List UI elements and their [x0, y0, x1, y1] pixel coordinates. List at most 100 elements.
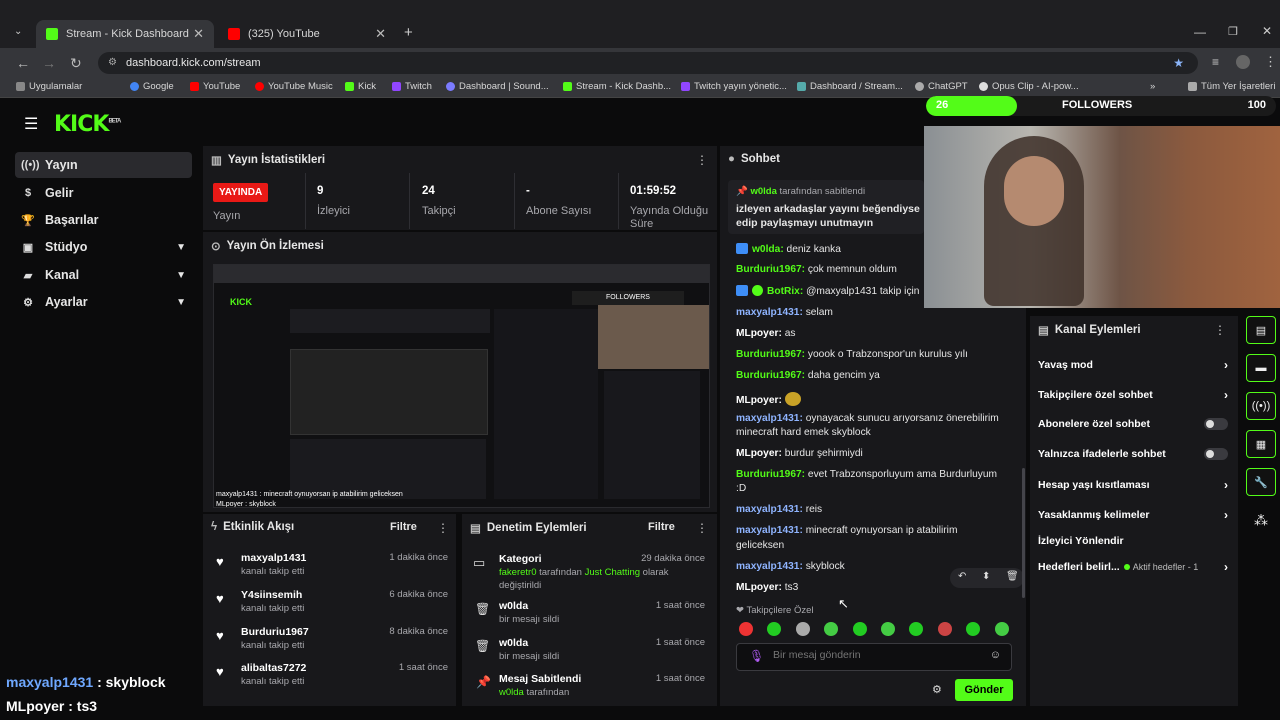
chat-message[interactable]: maxyalp1431: minecraft oynuyorsan ip ata… [736, 525, 957, 536]
chat-input[interactable]: 🎙 ☺ [736, 643, 1012, 671]
chat-username[interactable]: maxyalp1431 [736, 307, 799, 318]
activity-filter-button[interactable]: Filtre [390, 521, 417, 533]
maximize-icon[interactable]: ❐ [1228, 25, 1238, 38]
hamburger-menu-icon[interactable]: ☰ [24, 114, 38, 134]
bookmark-youtube-music[interactable]: YouTube Music [255, 81, 333, 92]
bookmark-twitch-manager[interactable]: Twitch yayın yönetic... [681, 81, 787, 92]
bookmark-youtube[interactable]: YouTube [190, 81, 240, 92]
chat-username[interactable]: Burduriu1967 [736, 370, 802, 381]
layout-icon[interactable]: ▦ [1246, 430, 1276, 458]
url-input[interactable]: ⚙ dashboard.kick.com/stream ★ [98, 52, 1198, 74]
toggle-switch[interactable] [1204, 448, 1228, 460]
chat-username[interactable]: Burduriu1967 [736, 469, 802, 480]
bookmark-star-icon[interactable]: ★ [1173, 52, 1184, 74]
pin-message-icon[interactable]: ⬍ [982, 571, 990, 582]
moderation-filter-button[interactable]: Filtre [648, 521, 675, 533]
chat-settings-icon[interactable]: ⚙ [932, 683, 942, 696]
chat-username[interactable]: maxyalp1431 [736, 504, 799, 515]
tab-search-chevron-icon[interactable]: ⌄ [14, 26, 22, 37]
close-tab-icon[interactable]: ✕ [193, 26, 204, 42]
toggle-switch[interactable] [1204, 418, 1228, 430]
chat-message[interactable]: MLpoyer: ts3 [736, 582, 798, 593]
bookmark-kick[interactable]: Kick [345, 81, 376, 92]
channel-action-0[interactable]: Yavaş mod › [1038, 358, 1228, 372]
wrench-icon[interactable]: 🔧 [1246, 468, 1276, 496]
chat-message[interactable]: Burduriu1967: evet Trabzonsporluyum ama … [736, 469, 997, 480]
forward-icon[interactable]: → [42, 55, 56, 71]
activity-menu-icon[interactable]: ⋮ [437, 521, 449, 535]
channel-action-7[interactable]: Hedefleri belirl... Aktif hedefler - 1 › [1038, 560, 1228, 574]
tab-kick-dashboard[interactable]: Stream - Kick Dashboard ✕ [36, 20, 214, 48]
channel-actions-menu-icon[interactable]: ⋮ [1214, 323, 1226, 337]
channel-action-6[interactable]: İzleyici Yönlendir [1038, 535, 1228, 547]
browser-menu-icon[interactable]: ⋮ [1264, 54, 1277, 70]
share-nodes-icon[interactable]: ⁂ [1254, 512, 1268, 529]
hat-emote-icon[interactable] [795, 622, 810, 636]
sidebar-item-gelir[interactable]: $ Gelir [15, 180, 192, 206]
chat-username[interactable]: MLpoyer [736, 582, 778, 593]
chat-username[interactable]: Burduriu1967 [736, 349, 802, 360]
microphone-icon[interactable]: 🎙 [749, 649, 764, 663]
rainbow-emote-icon[interactable] [937, 622, 952, 636]
chat-username[interactable]: maxyalp1431 [736, 525, 799, 536]
close-window-icon[interactable]: ✕ [1262, 24, 1272, 38]
bookmark-soundalerts[interactable]: Dashboard | Sound... [446, 81, 549, 92]
chat-message[interactable]: maxyalp1431: reis [736, 504, 822, 515]
delete-message-icon[interactable]: 🗑 [1006, 571, 1019, 582]
minimize-icon[interactable]: — [1194, 25, 1206, 39]
media-controls-icon[interactable]: ≡ [1212, 55, 1219, 69]
emoji-icon[interactable]: ☺ [990, 649, 1001, 661]
rage-emote-icon[interactable] [739, 622, 753, 636]
bookmark-dashboard-stream[interactable]: Dashboard / Stream... [797, 81, 903, 92]
bookmarks-overflow-icon[interactable]: » [1150, 81, 1155, 92]
tab-youtube[interactable]: (325) YouTube ✕ [218, 20, 396, 48]
chat-username[interactable]: MLpoyer [736, 328, 778, 339]
chat-message[interactable]: maxyalp1431: selam [736, 307, 833, 318]
site-info-icon[interactable]: ⚙ [108, 52, 117, 74]
chat-username[interactable]: MLpoyer [736, 448, 778, 459]
chat-message[interactable]: maxyalp1431: oynayacak sunucu arıyorsanı… [736, 413, 999, 424]
chat-message[interactable]: Burduriu1967: yoook o Trabzonspor'un kur… [736, 349, 968, 360]
bookmark-twitch[interactable]: Twitch [392, 81, 432, 92]
send-button[interactable]: Gönder [955, 679, 1013, 701]
chat-username[interactable]: Burduriu1967 [736, 264, 802, 275]
reload-icon[interactable]: ↻ [70, 55, 82, 72]
profile-avatar[interactable] [1236, 55, 1250, 69]
channel-action-4[interactable]: Hesap yaşı kısıtlaması › [1038, 478, 1228, 492]
channel-action-1[interactable]: Takipçilere özel sohbet › [1038, 388, 1228, 402]
chat-message[interactable]: geliceksen [736, 540, 784, 551]
bookmark-opus-clip[interactable]: Opus Clip - AI-pow... [979, 81, 1079, 92]
chat-scrollbar[interactable] [1022, 468, 1025, 598]
chat-username[interactable]: MLpoyer [736, 395, 778, 406]
sidebar-item-studyo[interactable]: ▣ Stüdyo ▼ [15, 234, 192, 260]
chat-message[interactable]: maxyalp1431: skyblock [736, 561, 845, 572]
document-icon[interactable]: ▤ [1246, 316, 1276, 344]
kick-logo[interactable]: KICKBETA [54, 112, 121, 137]
frog-emote-icon[interactable] [881, 622, 895, 636]
bookmark-all[interactable]: Tüm Yer İşaretleri [1188, 81, 1275, 92]
bookmark-apps[interactable]: Uygulamalar [16, 81, 82, 92]
ball-emote-icon[interactable] [994, 622, 1009, 636]
broadcast-toggle-icon[interactable]: ((•)) [1246, 392, 1276, 420]
chat-username[interactable]: maxyalp1431 [736, 561, 799, 572]
bookmark-kick-stream[interactable]: Stream - Kick Dashb... [563, 81, 671, 92]
close-tab-icon[interactable]: ✕ [375, 26, 386, 42]
channel-action-3[interactable]: Yalnızca ifadelerle sohbet [1038, 448, 1228, 460]
chat-text-input[interactable] [773, 649, 973, 661]
chat-message[interactable]: MLpoyer: as [736, 328, 795, 339]
chat-message[interactable]: Burduriu1967: daha gencim ya [736, 370, 880, 381]
chat-toggle-icon[interactable]: ▬ [1246, 354, 1276, 382]
bookmark-google[interactable]: Google [130, 81, 174, 92]
sidebar-item-ayarlar[interactable]: ⚙ Ayarlar ▼ [15, 289, 192, 315]
chat-username[interactable]: maxyalp1431 [736, 413, 799, 424]
new-tab-icon[interactable]: + [404, 24, 413, 41]
chat-message[interactable]: Burduriu1967: çok memnun oldum [736, 264, 897, 275]
channel-action-2[interactable]: Abonelere özel sohbet [1038, 418, 1228, 430]
stats-menu-icon[interactable]: ⋮ [696, 153, 708, 167]
chat-message[interactable]: :D [736, 483, 746, 494]
hand-emote-icon[interactable] [852, 622, 867, 636]
chat-username[interactable]: BotRix [767, 286, 800, 297]
chat-message[interactable]: minecraft hard emek skyblock [736, 427, 871, 438]
chat-message[interactable]: MLpoyer: burdur şehirmiydi [736, 448, 863, 459]
back-icon[interactable]: ← [16, 55, 30, 71]
